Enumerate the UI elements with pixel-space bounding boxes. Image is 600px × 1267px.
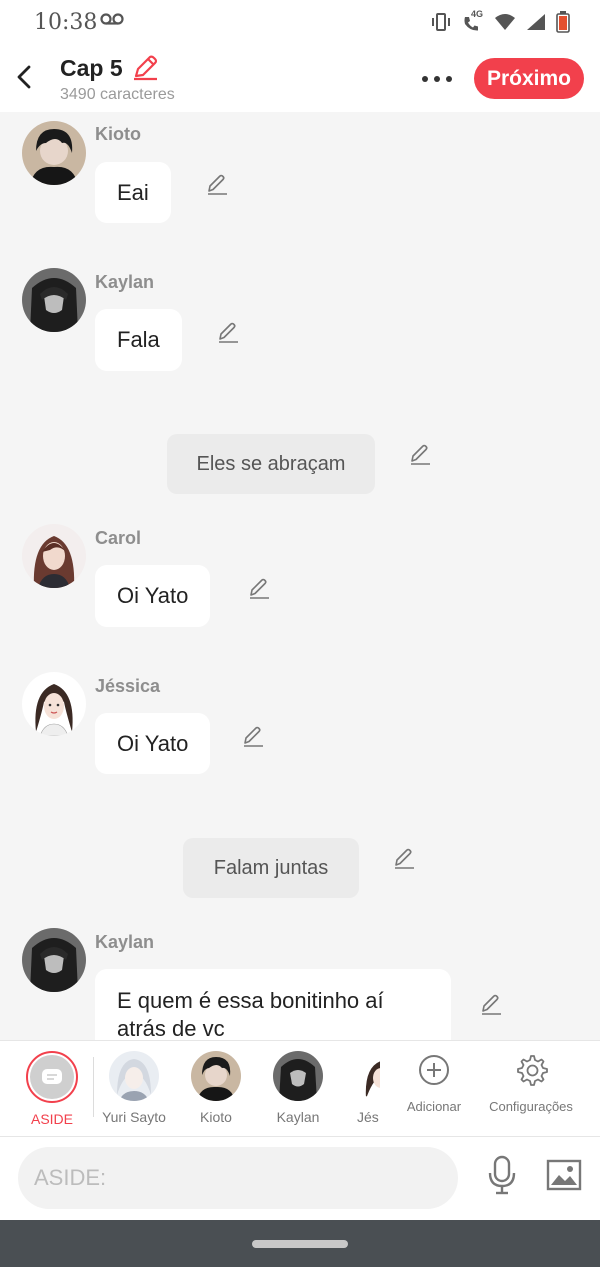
call-4g-icon: 4G [462, 9, 484, 33]
edit-pencil-icon[interactable] [479, 992, 503, 1016]
edit-pencil-icon[interactable] [205, 172, 229, 196]
avatar-kioto [191, 1051, 241, 1101]
speaker-name: Kaylan [95, 272, 155, 292]
network-label: 4G [471, 9, 484, 19]
narration-bubble[interactable]: Falam juntas [183, 838, 359, 898]
character-kaylan[interactable]: Kaylan [256, 1051, 340, 1125]
avatar-yuri [109, 1051, 159, 1101]
status-bar: 10:38 4G [0, 0, 600, 46]
add-circle-icon [419, 1055, 449, 1085]
character-aside[interactable]: ASIDE [10, 1051, 94, 1127]
chat-bubble-icon [42, 1069, 62, 1084]
battery-icon [556, 11, 570, 33]
character-label: Jés [357, 1109, 379, 1125]
vibrate-icon [432, 13, 450, 31]
microphone-icon[interactable] [486, 1155, 518, 1195]
character-jessica[interactable]: Jés [338, 1051, 380, 1125]
speaker-name: Kaylan [95, 932, 155, 952]
chapter-title-block: Cap 5 3490 caracteres [60, 54, 175, 104]
character-count: 3490 caracteres [60, 86, 175, 103]
image-icon[interactable] [546, 1159, 582, 1191]
aside-avatar [26, 1051, 78, 1103]
avatar-carol[interactable] [22, 524, 86, 588]
message-bubble[interactable]: Oi Yato [95, 565, 211, 627]
message-bubble[interactable]: Eai [95, 162, 171, 223]
more-options-icon[interactable] [422, 76, 452, 82]
chat-area[interactable]: Kioto Eai Kaylan Fala Eles se abraçam Ca… [0, 112, 600, 1040]
avatar-jessica [356, 1051, 380, 1101]
avatar-jessica[interactable] [22, 672, 86, 736]
message-input[interactable] [18, 1147, 458, 1209]
add-label: Adicionar [406, 1099, 462, 1114]
message-bubble[interactable]: Fala [95, 309, 182, 371]
next-button[interactable]: Próximo [474, 58, 584, 99]
back-arrow-icon[interactable] [12, 62, 36, 92]
message-bubble[interactable]: E quem é essa bonitinho aí atrás de vc [95, 969, 451, 1040]
avatar-kioto[interactable] [22, 121, 86, 185]
character-label: ASIDE [30, 1111, 73, 1127]
speaker-name: Jéssica [95, 676, 161, 696]
edit-title-pencil-icon[interactable] [131, 54, 159, 82]
settings-button[interactable]: Configurações [482, 1053, 580, 1114]
settings-label: Configurações [489, 1099, 573, 1114]
top-app-bar: Cap 5 3490 caracteres Próximo [0, 46, 600, 112]
speaker-name: Carol [95, 528, 142, 548]
character-label: Kioto [200, 1109, 232, 1125]
home-gesture-pill[interactable] [252, 1240, 348, 1248]
gear-icon [517, 1055, 548, 1086]
edit-pencil-icon[interactable] [392, 846, 416, 870]
composer [0, 1136, 600, 1220]
wifi-icon [495, 14, 515, 30]
signal-icon [527, 14, 545, 30]
message-bubble[interactable]: Oi Yato [95, 713, 211, 774]
narration-bubble[interactable]: Eles se abraçam [167, 434, 375, 494]
voicemail-icon [100, 13, 124, 25]
character-label: Yuri Sayto [102, 1109, 166, 1125]
character-selector: ASIDE Yuri Sayto Kioto Kaylan Jés Adicio… [0, 1040, 600, 1136]
character-kioto[interactable]: Kioto [174, 1051, 258, 1125]
chapter-title: Cap 5 [60, 54, 123, 81]
edit-pencil-icon[interactable] [408, 442, 432, 466]
edit-pencil-icon[interactable] [216, 320, 240, 344]
system-nav-bar [0, 1220, 600, 1267]
edit-pencil-icon[interactable] [241, 724, 265, 748]
add-character-button[interactable]: Adicionar [392, 1053, 476, 1114]
avatar-kaylan[interactable] [22, 268, 86, 332]
speaker-name: Kioto [95, 124, 141, 144]
character-yuri[interactable]: Yuri Sayto [92, 1051, 176, 1125]
character-label: Kaylan [276, 1109, 320, 1125]
avatar-kaylan[interactable] [22, 928, 86, 992]
status-time: 10:38 [34, 10, 98, 35]
edit-pencil-icon[interactable] [247, 576, 271, 600]
avatar-kaylan [273, 1051, 323, 1101]
